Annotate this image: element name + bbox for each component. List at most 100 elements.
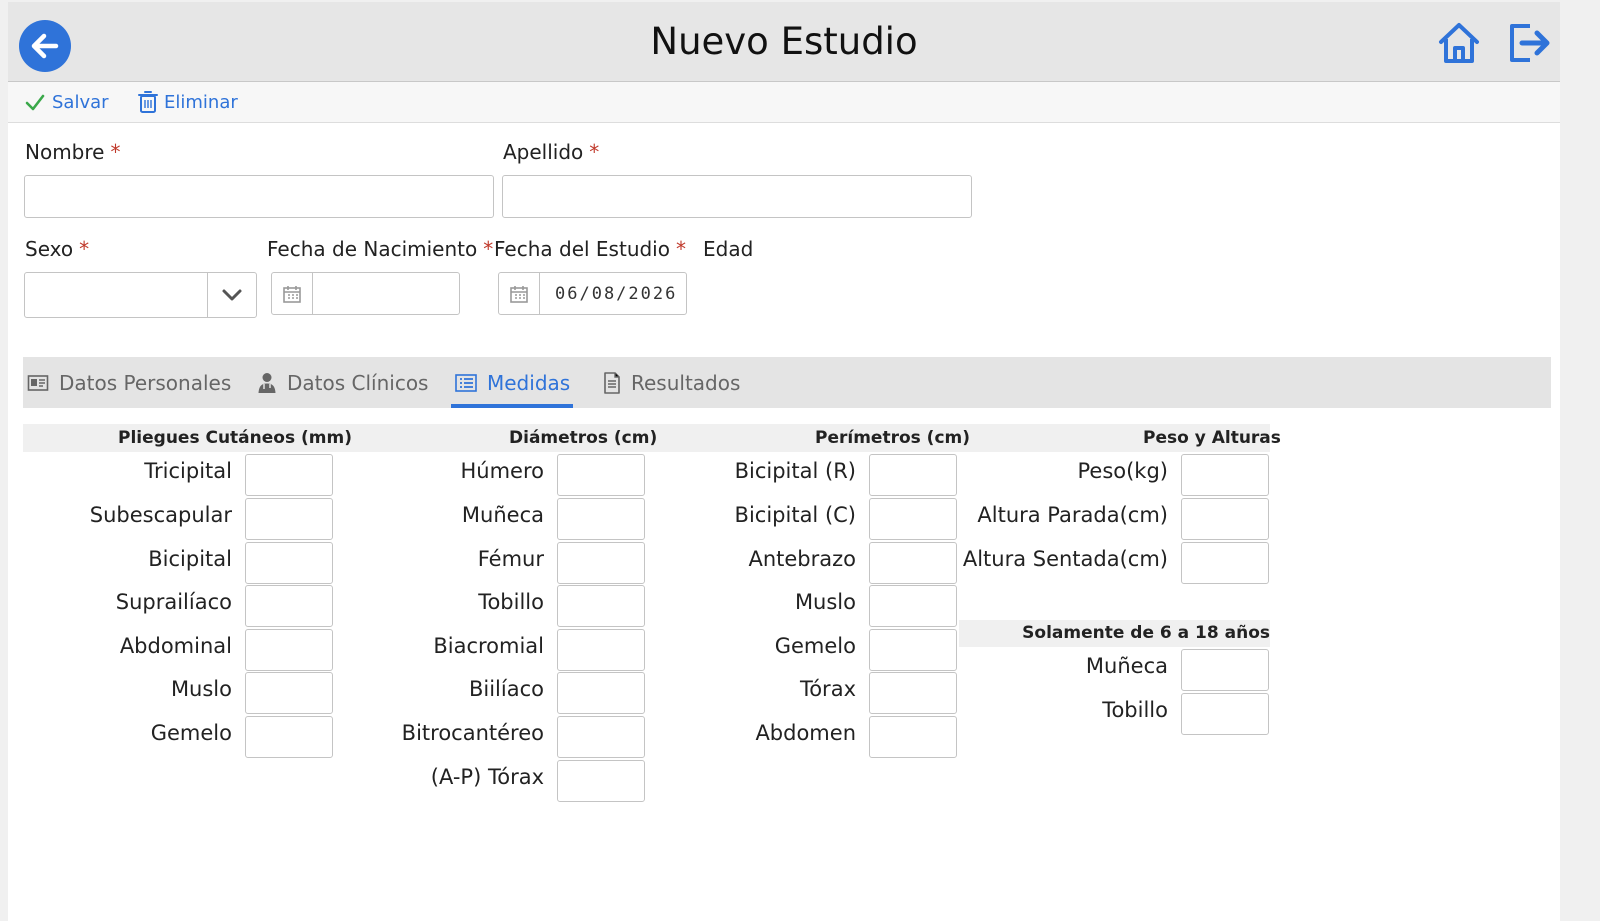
id-card-icon — [27, 374, 49, 391]
biiliaco-input[interactable] — [557, 672, 645, 714]
toolbar: Salvar Eliminar — [8, 82, 1560, 123]
measure-label: Tórax — [799, 677, 856, 701]
perimetros-title: Perímetros (cm) — [815, 428, 971, 448]
check-icon — [25, 94, 45, 111]
abdomen-input[interactable] — [869, 716, 957, 758]
save-label: Salvar — [52, 91, 109, 113]
torax-input[interactable] — [869, 672, 957, 714]
femur-input[interactable] — [557, 542, 645, 584]
humero-input[interactable] — [557, 454, 645, 496]
measure-label: Muslo — [794, 590, 856, 614]
subescapular-input[interactable] — [245, 498, 333, 540]
abdominal-input[interactable] — [245, 629, 333, 671]
muneca-diametro-input[interactable] — [557, 498, 645, 540]
tab-label: Datos Personales — [59, 370, 232, 395]
measure-label: Muñeca — [461, 503, 544, 527]
date-picker-button[interactable] — [499, 273, 540, 314]
required-mark: * — [483, 237, 494, 261]
fecha-estudio-input[interactable]: 06/08/2026 — [498, 272, 687, 315]
tab-bar: Datos Personales Datos Clínicos Medidas … — [23, 357, 1551, 408]
measure-label: Subescapular — [89, 503, 232, 527]
tab-medidas[interactable]: Medidas — [455, 357, 570, 408]
altura-sentada-input[interactable] — [1181, 542, 1269, 584]
logout-icon — [1510, 24, 1550, 62]
measure-label: Muñeca — [1085, 654, 1168, 678]
active-tab-indicator — [451, 404, 573, 408]
calendar-icon — [510, 285, 528, 303]
measure-label: Bicipital — [148, 547, 232, 571]
measure-label: Suprailíaco — [115, 590, 232, 614]
measure-label: Tricipital — [144, 459, 232, 483]
header-bar: Nuevo Estudio — [8, 2, 1560, 82]
peso-input[interactable] — [1181, 454, 1269, 496]
sexo-label-text: Sexo — [25, 237, 74, 261]
measure-label: Peso(kg) — [1077, 459, 1168, 483]
apellido-label: Apellido * — [503, 140, 599, 164]
bicipital-r-input[interactable] — [869, 454, 957, 496]
altura-parada-input[interactable] — [1181, 498, 1269, 540]
delete-label: Eliminar — [164, 91, 238, 113]
select-toggle[interactable] — [207, 273, 256, 317]
fecha-estudio-value: 06/08/2026 — [555, 284, 678, 304]
measure-label: Fémur — [477, 547, 544, 571]
back-button[interactable] — [19, 20, 71, 72]
measure-label: Abdominal — [119, 634, 232, 658]
diametros-title: Diámetros (cm) — [509, 428, 658, 448]
measure-label: Gemelo — [150, 721, 232, 745]
muslo-pliegue-input[interactable] — [245, 672, 333, 714]
bicipital-input[interactable] — [245, 542, 333, 584]
measure-label: Biilíaco — [468, 677, 544, 701]
list-icon — [455, 373, 477, 392]
measure-label: Altura Sentada(cm) — [962, 547, 1168, 571]
measure-label: (A-P) Tórax — [430, 765, 544, 789]
tobillo-solamente-input[interactable] — [1181, 693, 1269, 735]
tab-resultados[interactable]: Resultados — [603, 357, 740, 408]
fecha-estudio-label: Fecha del Estudio * — [494, 237, 686, 261]
required-mark: * — [589, 140, 600, 164]
save-button[interactable]: Salvar — [24, 90, 109, 114]
delete-button[interactable]: Eliminar — [138, 90, 238, 114]
measure-label: Abdomen — [755, 721, 856, 745]
doctor-icon — [258, 372, 276, 393]
measure-label: Bicipital (R) — [734, 459, 856, 483]
trash-icon — [138, 91, 158, 113]
gemelo-pliegue-input[interactable] — [245, 716, 333, 758]
suprailiaco-input[interactable] — [245, 585, 333, 627]
bicipital-c-input[interactable] — [869, 498, 957, 540]
muslo-perimetro-input[interactable] — [869, 585, 957, 627]
nombre-input[interactable] — [24, 175, 494, 218]
tricipital-input[interactable] — [245, 454, 333, 496]
measure-label: Altura Parada(cm) — [977, 503, 1168, 527]
ap-torax-input[interactable] — [557, 760, 645, 802]
gemelo-perimetro-input[interactable] — [869, 629, 957, 671]
tab-datos-personales[interactable]: Datos Personales — [27, 357, 231, 408]
measure-label: Tobillo — [1102, 698, 1168, 722]
sexo-label: Sexo * — [25, 237, 89, 261]
apellido-input[interactable] — [502, 175, 972, 218]
required-mark: * — [79, 237, 90, 261]
muneca-solamente-input[interactable] — [1181, 649, 1269, 691]
nombre-label-text: Nombre — [25, 140, 105, 164]
sexo-select[interactable] — [24, 272, 257, 318]
chevron-down-icon — [222, 289, 242, 301]
logout-button[interactable] — [1506, 20, 1554, 66]
tab-datos-clinicos[interactable]: Datos Clínicos — [257, 357, 428, 408]
tobillo-diametro-input[interactable] — [557, 585, 645, 627]
measure-label: Antebrazo — [748, 547, 856, 571]
measure-label: Bitrocantéreo — [401, 721, 544, 745]
fecha-nacimiento-input[interactable] — [271, 272, 460, 315]
home-icon — [1439, 23, 1479, 63]
measure-label: Muslo — [170, 677, 232, 701]
required-mark: * — [110, 140, 121, 164]
bitrocantereo-input[interactable] — [557, 716, 645, 758]
calendar-icon — [283, 285, 301, 303]
apellido-label-text: Apellido — [503, 140, 584, 164]
edad-label: Edad — [703, 237, 754, 261]
biacromial-input[interactable] — [557, 629, 645, 671]
arrow-left-icon — [31, 33, 59, 59]
home-button[interactable] — [1436, 20, 1482, 66]
pliegues-title: Pliegues Cutáneos (mm) — [118, 428, 352, 448]
peso-title: Peso y Alturas — [1143, 428, 1281, 448]
date-picker-button[interactable] — [272, 273, 313, 314]
antebrazo-input[interactable] — [869, 542, 957, 584]
